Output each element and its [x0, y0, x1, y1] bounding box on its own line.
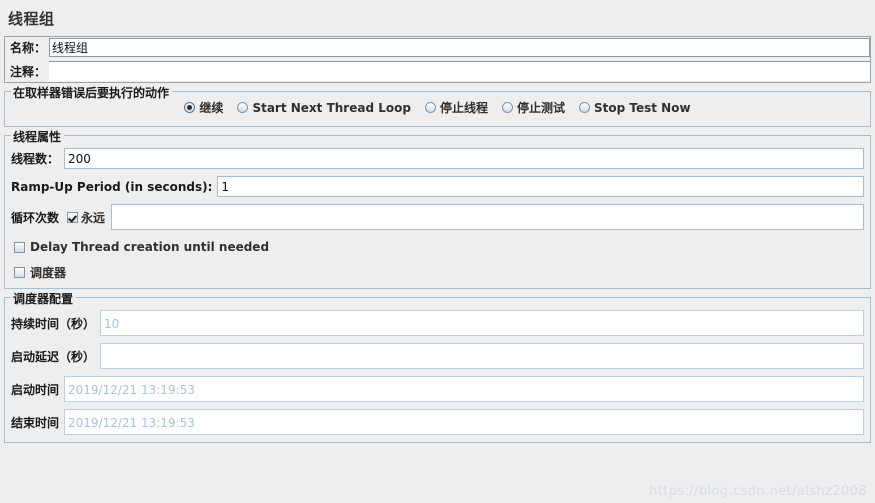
start-time-label: 启动时间 — [11, 382, 60, 397]
delay-thread-creation-checkbox[interactable]: Delay Thread creation until needed — [14, 240, 864, 254]
startup-delay-label: 启动延迟（秒） — [11, 349, 96, 364]
page-title: 线程组 — [8, 10, 55, 28]
loop-count-input[interactable] — [111, 204, 864, 230]
scheduler-checkbox[interactable]: 调度器 — [14, 264, 864, 281]
comment-row: 注释： — [5, 60, 870, 82]
scheduler-label: 调度器 — [30, 266, 67, 280]
scheduler-config-group: 调度器配置 持续时间（秒） 10 启动延迟（秒） 启动时间 2019/12/21… — [4, 290, 871, 443]
radio-label: 继续 — [199, 101, 224, 115]
radio-option-stop-test[interactable]: 停止测试 — [501, 99, 565, 116]
start-time-input[interactable]: 2019/12/21 13:19:53 — [64, 376, 864, 402]
forever-checkbox[interactable]: 永远 — [64, 209, 111, 226]
name-input[interactable]: 线程组 — [49, 38, 870, 57]
radio-option-continue[interactable]: 继续 — [184, 99, 223, 116]
ramp-up-input[interactable]: 1 — [217, 176, 864, 197]
radio-icon[interactable] — [501, 102, 513, 113]
num-threads-label: 线程数： — [11, 152, 60, 166]
name-label: 名称： — [10, 41, 47, 55]
comment-input[interactable] — [49, 61, 870, 81]
radio-label: 停止测试 — [516, 101, 565, 115]
name-row: 名称： 线程组 — [5, 37, 870, 58]
scheduler-config-body: 持续时间（秒） 10 启动延迟（秒） 启动时间 2019/12/21 13:19… — [5, 298, 870, 442]
end-time-input[interactable]: 2019/12/21 13:19:53 — [64, 409, 864, 435]
delay-thread-creation-label: Delay Thread creation until needed — [30, 240, 270, 254]
thread-properties-body: 线程数： 200 Ramp-Up Period (in seconds): 1 … — [5, 136, 870, 288]
end-time-row: 结束时间 2019/12/21 13:19:53 — [11, 409, 864, 435]
duration-input[interactable]: 10 — [100, 310, 864, 336]
start-time-row: 启动时间 2019/12/21 13:19:53 — [11, 376, 864, 402]
comment-label: 注释： — [10, 64, 47, 79]
radio-icon[interactable] — [184, 102, 196, 113]
duration-label: 持续时间（秒） — [11, 316, 96, 331]
radio-option-stop-thread[interactable]: 停止线程 — [424, 99, 488, 116]
radio-icon[interactable] — [579, 102, 590, 113]
checkbox-icon[interactable] — [14, 267, 25, 278]
loop-count-row: 循环次数 永远 — [11, 204, 864, 230]
on-sampler-error-group: 在取样器错误后要执行的动作 继续 Start Next Thread Loop … — [4, 84, 871, 127]
radio-icon[interactable] — [237, 102, 249, 113]
radio-label: Start Next Thread Loop — [252, 100, 411, 115]
ramp-up-label: Ramp-Up Period (in seconds): — [11, 179, 213, 194]
duration-row: 持续时间（秒） 10 — [11, 310, 864, 336]
watermark: https://blog.csdn.net/alshz2008 — [649, 484, 867, 499]
identity-block: 名称： 线程组 注释： — [4, 36, 871, 83]
radio-label: 停止线程 — [439, 101, 488, 115]
thread-properties-group-title: 线程属性 — [11, 128, 65, 145]
radio-option-start-next-thread-loop[interactable]: Start Next Thread Loop — [237, 101, 411, 115]
radio-label: Stop Test Now — [594, 100, 691, 115]
scheduler-config-group-title: 调度器配置 — [11, 290, 77, 307]
checkbox-icon[interactable] — [67, 211, 79, 223]
loop-count-label: 循环次数 — [11, 210, 60, 225]
checkbox-icon[interactable] — [14, 241, 25, 253]
num-threads-input[interactable]: 200 — [64, 148, 864, 169]
thread-properties-group: 线程属性 线程数： 200 Ramp-Up Period (in seconds… — [4, 128, 871, 289]
forever-label: 永远 — [81, 210, 106, 225]
startup-delay-row: 启动延迟（秒） — [11, 343, 864, 369]
end-time-label: 结束时间 — [11, 415, 60, 430]
on-sampler-error-group-title: 在取样器错误后要执行的动作 — [11, 84, 173, 101]
num-threads-row: 线程数： 200 — [11, 148, 864, 169]
radio-icon[interactable] — [424, 102, 436, 113]
radio-option-stop-test-now[interactable]: Stop Test Now — [579, 101, 691, 115]
startup-delay-input[interactable] — [100, 343, 864, 369]
ramp-up-row: Ramp-Up Period (in seconds): 1 — [11, 176, 864, 197]
